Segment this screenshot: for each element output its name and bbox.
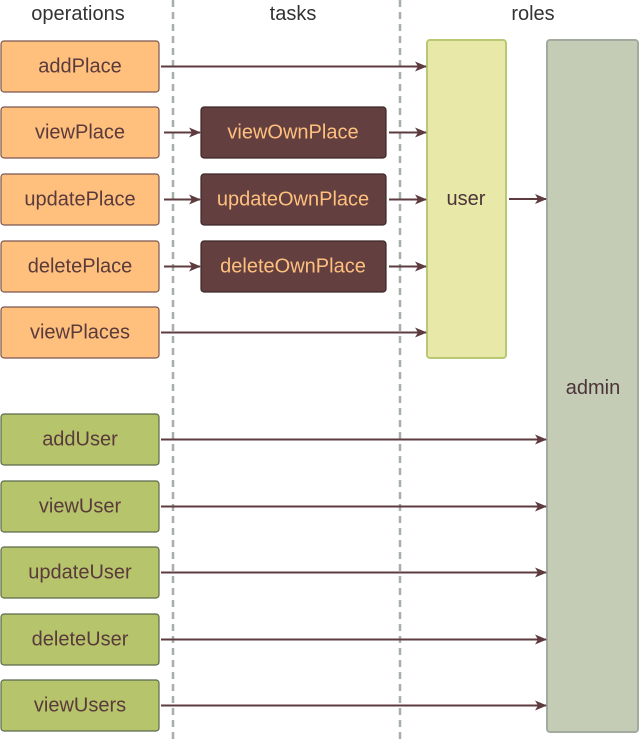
operation-label: deletePlace [28, 256, 133, 278]
roles-header: roles [511, 3, 554, 25]
task-updateOwnPlace[interactable]: updateOwnPlace [200, 173, 387, 226]
operation-label: deleteUser [32, 629, 129, 651]
operations-header: operations [31, 3, 124, 25]
operation-deletePlace[interactable]: deletePlace [0, 240, 160, 293]
operation-viewPlace[interactable]: viewPlace [0, 106, 160, 159]
operation-updateUser[interactable]: updateUser [0, 546, 160, 599]
operation-addPlace[interactable]: addPlace [0, 40, 160, 93]
role-admin-label: admin [566, 377, 620, 399]
tasks-header: tasks [270, 3, 317, 25]
operation-viewUser[interactable]: viewUser [0, 480, 160, 533]
operation-viewPlaces[interactable]: viewPlaces [0, 306, 160, 359]
operation-label: addPlace [38, 56, 121, 78]
task-label: updateOwnPlace [217, 189, 369, 211]
operation-label: viewPlaces [30, 322, 130, 344]
rbac-diagram: operations tasks roles user admin addPla… [0, 0, 639, 741]
operation-label: viewPlace [35, 122, 125, 144]
task-viewOwnPlace[interactable]: viewOwnPlace [200, 106, 387, 159]
operation-label: updatePlace [24, 189, 135, 211]
task-label: viewOwnPlace [227, 122, 358, 144]
operation-label: viewUsers [34, 695, 126, 717]
operation-viewUsers[interactable]: viewUsers [0, 679, 160, 732]
operation-label: updateUser [28, 562, 132, 584]
operation-label: addUser [42, 429, 118, 451]
operation-label: viewUser [39, 496, 122, 518]
role-user[interactable]: user [426, 39, 507, 359]
operation-addUser[interactable]: addUser [0, 413, 160, 466]
operation-deleteUser[interactable]: deleteUser [0, 613, 160, 666]
role-admin[interactable]: admin [546, 39, 639, 733]
task-deleteOwnPlace[interactable]: deleteOwnPlace [200, 240, 387, 293]
role-user-label: user [447, 188, 486, 210]
operation-updatePlace[interactable]: updatePlace [0, 173, 160, 226]
task-label: deleteOwnPlace [220, 256, 366, 278]
